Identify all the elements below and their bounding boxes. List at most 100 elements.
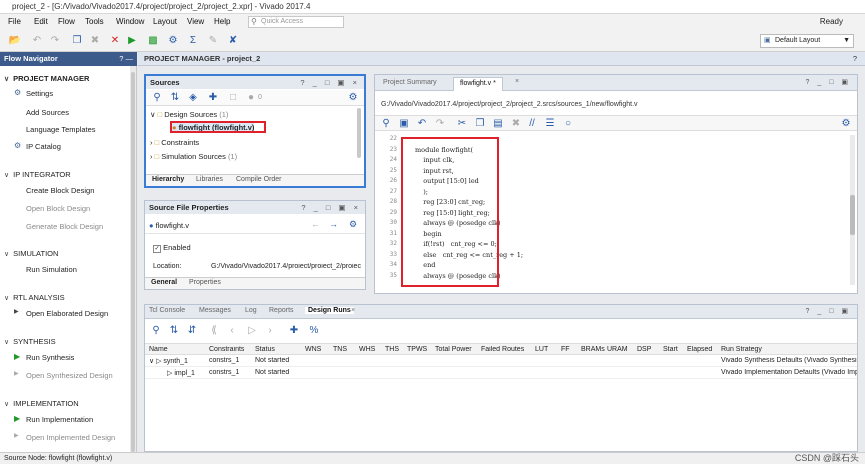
column-header[interactable]: Failed Routes	[481, 346, 524, 353]
column-header[interactable]: Run Strategy	[721, 346, 762, 353]
column-header[interactable]: WNS	[305, 346, 321, 353]
tree-design-sources[interactable]: ∨ □ Design Sources (1)	[150, 110, 228, 119]
gear-icon[interactable]: ⚙	[839, 117, 853, 131]
add-icon[interactable]: ✚	[206, 91, 220, 105]
open-project-icon[interactable]: 📂	[8, 34, 22, 48]
fn-run-simulation[interactable]: Run Simulation	[26, 265, 77, 274]
section-ip-integrator[interactable]: ∨ IP INTEGRATOR	[4, 170, 71, 179]
menu-window[interactable]: Window	[116, 17, 144, 26]
fn-language-templates[interactable]: Language Templates	[26, 125, 96, 134]
comment-icon[interactable]: //	[525, 117, 539, 131]
panel-controls[interactable]: ? _ □ ▣	[806, 78, 851, 86]
menu-layout[interactable]: Layout	[153, 17, 177, 26]
fn-open-elaborated-design[interactable]: Open Elaborated Design	[26, 309, 108, 318]
tab-project-summary[interactable]: Project Summary	[377, 77, 443, 91]
section-implementation[interactable]: ∨ IMPLEMENTATION	[4, 399, 79, 408]
layout-select[interactable]: ▣ Default Layout ▼	[760, 34, 854, 48]
flow-navigator-scrollbar[interactable]	[130, 66, 136, 452]
fn-create-block-design[interactable]: Create Block Design	[26, 186, 94, 195]
close-tab-icon[interactable]: ×	[351, 307, 355, 314]
table-row[interactable]: ▷ impl_1 constrs_1 Not started Vivado Im…	[145, 367, 857, 379]
tab-compile-order[interactable]: Compile Order	[236, 176, 282, 183]
undo-icon[interactable]: ↶	[30, 34, 44, 48]
column-header[interactable]: WHS	[359, 346, 375, 353]
fn-run-implementation[interactable]: Run Implementation	[26, 415, 93, 424]
tab-messages[interactable]: Messages	[199, 307, 231, 314]
expand-icon[interactable]: ⇵	[185, 324, 199, 338]
column-header[interactable]: Total Power	[435, 346, 472, 353]
menu-file[interactable]: File	[8, 17, 21, 26]
fn-generate-block-design[interactable]: Generate Block Design	[26, 222, 103, 231]
settings-icon[interactable]: ⚙	[166, 34, 180, 48]
lightbulb-icon[interactable]: ○	[561, 117, 575, 131]
column-header[interactable]: LUT	[535, 346, 548, 353]
search-icon[interactable]: ⚲	[379, 117, 393, 131]
fn-open-block-design[interactable]: Open Block Design	[26, 204, 90, 213]
enabled-checkbox[interactable]: ✓ Enabled	[153, 243, 191, 253]
quick-access-input[interactable]: ⚲ Quick Access	[248, 16, 344, 28]
tree-simulation-sources[interactable]: › □ Simulation Sources (1)	[150, 152, 237, 161]
program-icon[interactable]: ▩	[146, 34, 160, 48]
section-simulation[interactable]: ∨ SIMULATION	[4, 249, 58, 258]
previous-icon[interactable]: ‹	[225, 324, 239, 338]
run-icon[interactable]: ▶	[125, 34, 139, 48]
editor-scrollbar[interactable]	[850, 135, 855, 285]
fn-open-implemented-design[interactable]: Open Implemented Design	[26, 433, 115, 442]
redo-icon[interactable]: ↷	[48, 34, 62, 48]
column-header[interactable]: Name	[149, 346, 168, 353]
menu-view[interactable]: View	[187, 17, 204, 26]
redo-icon[interactable]: ↷	[433, 117, 447, 131]
menu-tools[interactable]: Tools	[85, 17, 104, 26]
paste-icon[interactable]: ▤	[491, 117, 505, 131]
gear-icon[interactable]: ⚙	[346, 91, 360, 105]
next-icon[interactable]: ›	[263, 324, 277, 338]
delete-icon[interactable]: ✖	[509, 117, 523, 131]
column-header[interactable]: BRAMs	[581, 346, 605, 353]
expand-all-icon[interactable]: ◈	[186, 91, 200, 105]
play-icon[interactable]: ▷	[245, 324, 259, 338]
collapse-all-icon[interactable]: ⇅	[168, 91, 182, 105]
first-icon[interactable]: ⟪	[207, 324, 221, 338]
fn-settings[interactable]: Settings	[26, 89, 53, 98]
column-header[interactable]: Elapsed	[687, 346, 712, 353]
forward-arrow-icon[interactable]: →	[329, 219, 338, 229]
column-header[interactable]: DSP	[637, 346, 651, 353]
column-header[interactable]: Status	[255, 346, 275, 353]
tools-icon[interactable]: ✘	[226, 34, 240, 48]
save-icon[interactable]: ▣	[397, 117, 411, 131]
tab-hierarchy[interactable]: Hierarchy	[152, 176, 184, 183]
panel-controls[interactable]: ? _ □ ▣	[806, 307, 851, 315]
tab-libraries[interactable]: Libraries	[196, 176, 223, 183]
column-header[interactable]: FF	[561, 346, 570, 353]
tab-reports[interactable]: Reports	[269, 307, 294, 314]
panel-controls[interactable]: ? _ □ ▣ ×	[301, 201, 361, 214]
tab-general[interactable]: General	[151, 279, 177, 286]
cut-icon[interactable]: ✂	[455, 117, 469, 131]
column-header[interactable]: TPWS	[407, 346, 427, 353]
search-icon[interactable]: ⚲	[149, 324, 163, 338]
section-synthesis[interactable]: ∨ SYNTHESIS	[4, 337, 56, 346]
tab-log[interactable]: Log	[245, 307, 257, 314]
help-icon[interactable]: ?	[853, 52, 857, 66]
flow-navigator-controls[interactable]: ? —	[119, 52, 133, 66]
gear-icon[interactable]: ⚙	[349, 219, 357, 230]
section-rtl-analysis[interactable]: ∨ RTL ANALYSIS	[4, 293, 65, 302]
fn-ip-catalog[interactable]: IP Catalog	[26, 142, 61, 151]
menu-flow[interactable]: Flow	[58, 17, 75, 26]
column-header[interactable]: TNS	[333, 346, 347, 353]
menu-edit[interactable]: Edit	[34, 17, 48, 26]
column-header[interactable]: THS	[385, 346, 399, 353]
tab-tcl-console[interactable]: Tcl Console	[149, 307, 185, 314]
tree-constraints[interactable]: › □ Constraints	[150, 138, 199, 147]
column-header[interactable]: Constraints	[209, 346, 244, 353]
close-icon[interactable]: ✕	[108, 34, 122, 48]
fn-add-sources[interactable]: Add Sources	[26, 108, 69, 117]
fn-run-synthesis[interactable]: Run Synthesis	[26, 353, 74, 362]
add-icon[interactable]: ✚	[287, 324, 301, 338]
collapse-icon[interactable]: ⇅	[167, 324, 181, 338]
fn-open-synthesized-design[interactable]: Open Synthesized Design	[26, 371, 113, 380]
edit-icon[interactable]: ✎	[206, 34, 220, 48]
copy-icon[interactable]: ❐	[70, 34, 84, 48]
tab-design-runs[interactable]: Design Runs	[305, 307, 354, 314]
back-arrow-icon[interactable]: ←	[311, 219, 320, 229]
